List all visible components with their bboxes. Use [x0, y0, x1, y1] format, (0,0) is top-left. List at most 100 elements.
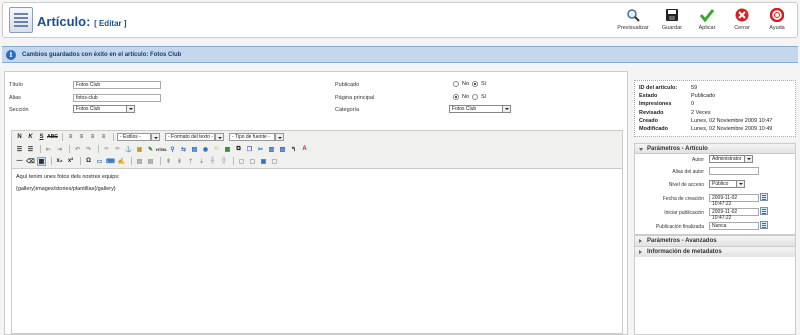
anchor-icon[interactable]: ⚓: [124, 145, 133, 154]
created-date-input[interactable]: 2009-11-02 10:47:22: [709, 194, 759, 207]
author-select[interactable]: Administrator: [709, 155, 753, 163]
special-char-button[interactable]: Ω: [84, 157, 93, 166]
edit-css-icon[interactable]: ✍: [117, 157, 126, 166]
row-props-icon[interactable]: ▤: [135, 157, 144, 166]
radio-icon: [453, 94, 459, 100]
superscript-button[interactable]: x²: [66, 157, 75, 166]
print-icon[interactable]: ▣: [259, 157, 268, 166]
align-center-button[interactable]: ≡: [77, 133, 86, 142]
advanced-params-panel[interactable]: Parámetros - Avanzados: [634, 235, 796, 246]
chevron-right-icon: [639, 239, 642, 243]
font-dropdown-label: - Tipo de fuente -: [232, 134, 270, 140]
unlink-button[interactable]: ∞: [113, 145, 122, 154]
category-select[interactable]: Fotos Club: [449, 105, 511, 113]
copy-icon[interactable]: ❐: [245, 145, 254, 154]
apply-button[interactable]: Aplicar: [691, 6, 723, 31]
remove-format-button[interactable]: ⌫: [26, 157, 35, 166]
advanced-params-header[interactable]: Parámetros - Avanzados: [635, 236, 795, 246]
preview-doc-icon[interactable]: ▢: [248, 157, 257, 166]
preview-button[interactable]: Previsualizar: [613, 6, 653, 31]
merge-cell-icon[interactable]: ╬: [219, 157, 228, 166]
paste-text-icon[interactable]: ▥: [267, 145, 276, 154]
insert-col-icon[interactable]: ⇟: [175, 157, 184, 166]
subscript-button[interactable]: x₂: [55, 157, 64, 166]
emoticon-icon[interactable]: ☺: [212, 145, 221, 154]
visual-aid-button[interactable]: ▦: [37, 156, 46, 166]
info-value: 0: [691, 101, 695, 107]
title-input[interactable]: Fotos Club: [73, 81, 161, 89]
alias-input[interactable]: fotos-club: [73, 94, 161, 102]
link-button[interactable]: ∞: [102, 145, 111, 154]
help-button[interactable]: Ayuda: [761, 6, 793, 31]
section-label: Sección: [9, 107, 29, 113]
html-icon[interactable]: HTML: [156, 145, 167, 154]
bold-button[interactable]: N: [15, 133, 24, 142]
replace-icon[interactable]: ⇆: [179, 145, 188, 154]
outdent-button[interactable]: ⇤: [44, 145, 53, 154]
delete-row-icon[interactable]: ⇡: [186, 157, 195, 166]
media-icon[interactable]: ◉: [201, 145, 210, 154]
font-dropdown[interactable]: - Tipo de fuente -: [229, 133, 284, 141]
indent-button[interactable]: ⇥: [55, 145, 64, 154]
author-select-value: Administrator: [712, 156, 742, 162]
image-icon[interactable]: ▣: [135, 145, 144, 154]
bullet-list-button[interactable]: ☰: [15, 145, 24, 154]
horizontal-rule-button[interactable]: —: [15, 157, 24, 166]
find-icon[interactable]: ⚲: [168, 145, 177, 154]
align-right-button[interactable]: ≡: [88, 133, 97, 142]
access-level-label: Nivel de acceso: [668, 182, 704, 188]
strikethrough-button[interactable]: ABC: [47, 133, 58, 142]
delete-col-icon[interactable]: ⇣: [197, 157, 206, 166]
author-alias-input[interactable]: [709, 167, 759, 175]
publish-up-input[interactable]: 2009-11-02 10:47:22: [709, 208, 759, 221]
frontpage-yes-radio[interactable]: Sí: [472, 94, 486, 100]
article-params-title: Parámetros - Artículo: [647, 146, 708, 152]
access-level-select[interactable]: Público: [709, 180, 745, 188]
calendar-icon[interactable]: [760, 207, 768, 215]
info-row: ID del artículo: 59: [639, 85, 697, 91]
chevron-down-icon: [215, 133, 224, 141]
radio-icon: [472, 81, 478, 87]
cleanup-icon[interactable]: ✎: [146, 145, 155, 154]
back-icon[interactable]: ↰: [289, 145, 298, 154]
split-cell-icon[interactable]: ╫: [208, 157, 217, 166]
insert-row-icon[interactable]: ⇞: [164, 157, 173, 166]
publish-down-input[interactable]: Nunca: [709, 222, 759, 230]
section-select[interactable]: Fotos Club: [73, 105, 135, 113]
table-icon[interactable]: ▦: [223, 145, 232, 154]
styles-dropdown[interactable]: - Estilos -: [117, 133, 160, 141]
cut-icon[interactable]: ✂: [256, 145, 265, 154]
calendar-icon[interactable]: [760, 193, 768, 201]
metadata-header[interactable]: Información de metadatos: [635, 247, 795, 257]
align-left-button[interactable]: ≡: [66, 133, 75, 142]
close-button[interactable]: Cerrar: [726, 6, 758, 31]
published-yes-radio[interactable]: Sí: [472, 81, 486, 87]
undo-button[interactable]: ↶: [73, 145, 82, 154]
paste-icon[interactable]: ▤: [190, 145, 199, 154]
source-icon[interactable]: ▢: [270, 157, 279, 166]
italic-button[interactable]: K: [26, 133, 35, 142]
article-params-header[interactable]: Parámetros - Artículo: [635, 144, 795, 154]
align-justify-button[interactable]: ≡: [99, 133, 108, 142]
template-icon[interactable]: ⌨: [106, 157, 115, 166]
format-dropdown[interactable]: - Formato del texto -: [165, 133, 224, 141]
info-value: Lunes, 02 Noviembre 2009 10:47: [691, 118, 773, 124]
paste-word-icon[interactable]: ▧: [278, 145, 287, 154]
save-label: Guardar: [661, 25, 683, 31]
save-button[interactable]: Guardar: [656, 6, 688, 31]
metadata-panel[interactable]: Información de metadatos: [634, 246, 796, 257]
underline-button[interactable]: S: [37, 133, 46, 142]
fullscreen-icon[interactable]: ▢: [237, 157, 246, 166]
editor-content-area[interactable]: Aquí tenim unes fotos dels nostres equip…: [11, 168, 623, 334]
calendar-icon[interactable]: [760, 221, 768, 229]
editor-toolbar-row-3: — ⌫ ▦ x₂ x² Ω ▭ ⌨ ✍ ▤ ▤ ⇞ ⇟ ⇡ ⇣ ╫ ╬ ▢ ▢ …: [15, 156, 281, 166]
numbered-list-button[interactable]: ☰: [26, 145, 35, 154]
frontpage-no-radio[interactable]: No: [453, 94, 469, 100]
layer-icon[interactable]: ⧉: [234, 145, 243, 154]
text-color-icon[interactable]: A: [300, 145, 309, 154]
media-insert-icon[interactable]: ▭: [95, 157, 104, 166]
radio-label-si: Sí: [481, 94, 487, 100]
cell-props-icon[interactable]: ▤: [146, 157, 155, 166]
redo-button[interactable]: ↷: [84, 145, 93, 154]
published-no-radio[interactable]: No: [453, 81, 469, 87]
